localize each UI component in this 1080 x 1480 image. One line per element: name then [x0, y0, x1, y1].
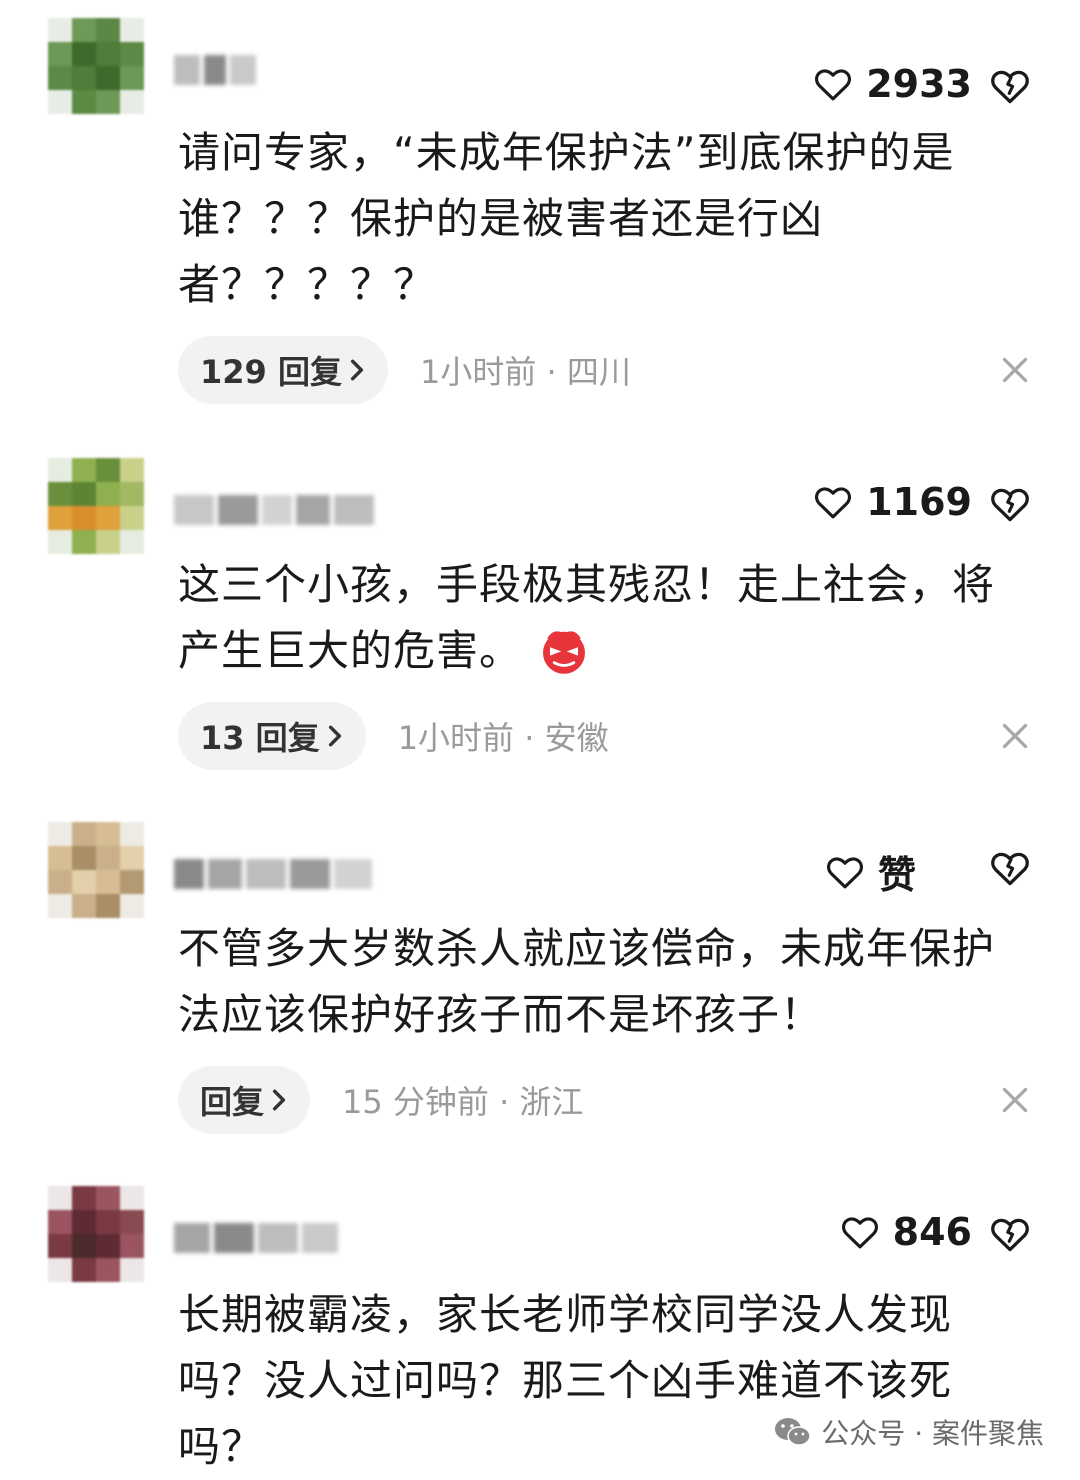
comment-line: 谁？？？保护的是被害者还是行凶 — [178, 194, 824, 243]
heart-icon — [826, 856, 863, 888]
like-button[interactable]: 1169 — [812, 480, 972, 524]
comment-meta: 回复 15 分钟前 · 浙江 — [178, 1066, 583, 1134]
comment-line: 请问专家，“未成年保护法”到底保护的是 — [178, 128, 955, 177]
comment-meta: 129 回复 1小时前 · 四川 — [178, 336, 631, 404]
comment-text: 不管多大岁数杀人就应该偿命，未成年保护 法应该保护好孩子而不是坏孩子！ — [178, 916, 1038, 1048]
comment-line-with-emoji: 产生巨大的危害。 — [178, 618, 1038, 684]
comment-meta: 13 回复 1小时前 · 安徽 — [178, 702, 609, 770]
broken-heart-icon[interactable] — [988, 1212, 1032, 1256]
comment-line: 产生巨大的危害。 — [178, 626, 523, 675]
avatar[interactable] — [48, 1186, 144, 1282]
comment-line: 吗？没人过问吗？那三个凶手难道不该死 — [178, 1356, 953, 1405]
broken-heart-icon[interactable] — [988, 64, 1032, 108]
watermark: 公众号 · 案件聚焦 — [773, 1412, 1044, 1452]
comment-line: 长期被霸凌，家长老师学校同学没人发现 — [178, 1290, 953, 1339]
avatar[interactable] — [48, 18, 144, 114]
reply-label: 13 回复 — [200, 719, 320, 757]
like-button[interactable]: 2933 — [812, 62, 972, 106]
broken-heart-icon[interactable] — [988, 482, 1032, 526]
chevron-right-icon — [272, 1089, 286, 1111]
reply-label: 129 回复 — [200, 353, 342, 391]
chevron-right-icon — [328, 725, 341, 747]
timestamp-location: 1小时前 · 安徽 — [397, 719, 609, 757]
avatar[interactable] — [48, 458, 144, 554]
username-blurred[interactable] — [174, 48, 256, 92]
comment-line: 法应该保护好孩子而不是坏孩子！ — [178, 990, 824, 1039]
timestamp-location: 15 分钟前 · 浙江 — [342, 1083, 584, 1121]
like-count: 1169 — [866, 480, 972, 524]
chevron-right-icon — [350, 359, 364, 381]
reply-label: 回复 — [200, 1083, 265, 1121]
reply-button[interactable]: 129 回复 — [178, 336, 388, 404]
heart-icon — [815, 69, 852, 101]
reply-button[interactable]: 回复 — [178, 1066, 311, 1134]
wechat-icon — [775, 1418, 812, 1446]
comment-text: 这三个小孩，手段极其残忍！走上社会，将 产生巨大的危害。 — [178, 552, 1038, 684]
like-button[interactable]: 846 — [839, 1210, 972, 1254]
angry-face-emoji-icon — [543, 630, 586, 674]
heart-icon — [815, 487, 852, 519]
username-blurred[interactable] — [174, 488, 374, 532]
like-count: 2933 — [866, 62, 972, 106]
comment-line: 者？？？？？ — [178, 260, 437, 309]
close-icon[interactable] — [1000, 355, 1030, 385]
comment-text: 请问专家，“未成年保护法”到底保护的是 谁？？？保护的是被害者还是行凶 者？？？… — [178, 120, 1038, 318]
comment-line: 不管多大岁数杀人就应该偿命，未成年保护 — [178, 924, 996, 973]
watermark-text: 公众号 · 案件聚焦 — [821, 1417, 1044, 1450]
comment-line: 这三个小孩，手段极其残忍！走上社会，将 — [178, 560, 996, 609]
username-blurred[interactable] — [174, 852, 372, 896]
close-icon[interactable] — [1000, 721, 1030, 751]
timestamp-location: 1小时前 · 四川 — [419, 353, 631, 391]
reply-button[interactable]: 13 回复 — [178, 702, 366, 770]
close-icon[interactable] — [1000, 1085, 1030, 1115]
like-button[interactable]: 赞 — [824, 844, 916, 899]
heart-icon — [841, 1217, 878, 1249]
like-count: 赞 — [877, 853, 916, 897]
like-count: 846 — [892, 1210, 972, 1254]
avatar[interactable] — [48, 822, 144, 918]
username-blurred[interactable] — [174, 1216, 338, 1260]
broken-heart-icon[interactable] — [988, 846, 1032, 890]
